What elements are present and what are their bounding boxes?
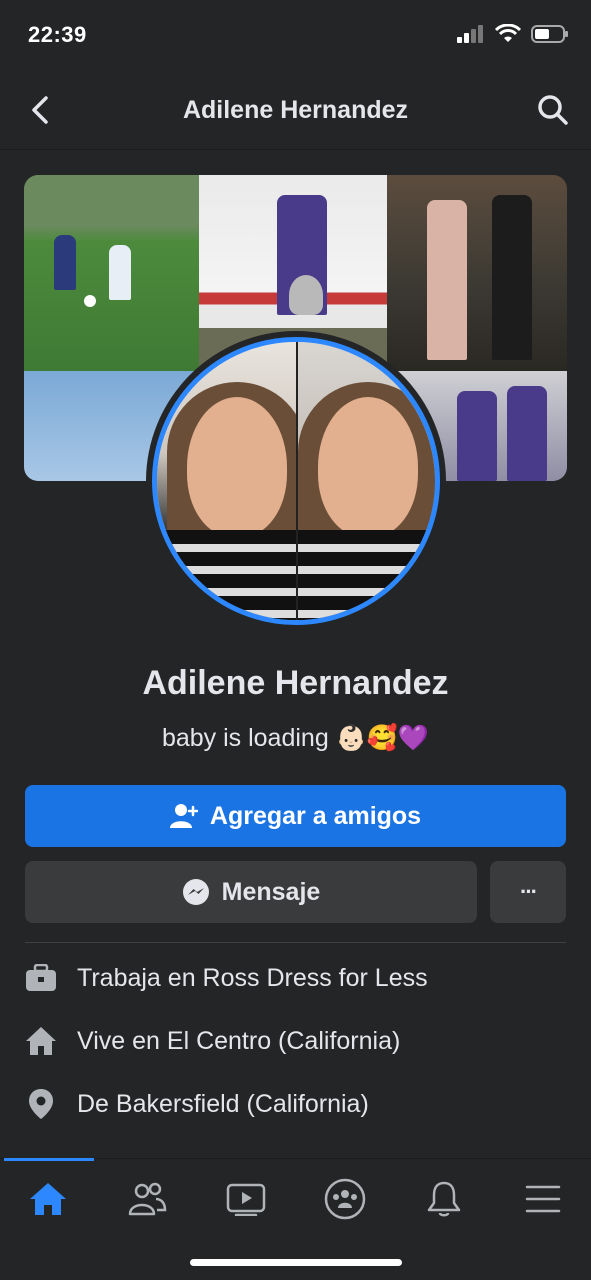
tab-watch[interactable] [216,1177,276,1221]
avatar-photo-right [296,342,435,620]
tab-menu[interactable] [513,1177,573,1221]
about-lives-prefix: Vive en [77,1026,167,1055]
person-figure [507,386,547,481]
status-bar: 22:39 [0,0,591,72]
about-work-prefix: Trabaja en [77,963,203,992]
shirt [298,530,435,620]
bell-icon [427,1181,461,1217]
profile-bio: baby is loading 👶🏻🥰💜 [161,724,430,752]
divider [25,942,566,943]
avatar-photo-left [157,342,307,620]
home-icon [30,1183,66,1215]
location-pin-icon [25,1088,57,1120]
add-friend-label: Agregar a amigos [209,801,422,830]
tab-notifications[interactable] [414,1177,474,1221]
face [187,397,287,537]
message-button[interactable]: Mensaje [25,861,477,923]
status-time: 22:39 [28,22,87,47]
more-options-button[interactable]: ··· [490,861,566,923]
person-figure [457,391,497,481]
avatar-story-ring [152,337,440,625]
wifi-icon [495,24,521,42]
tab-home[interactable] [18,1177,78,1221]
header-title: Adilene Hernandez [182,96,409,124]
add-friend-button[interactable]: Agregar a amigos [25,785,566,847]
shirt [157,530,307,620]
soccer-ball [84,295,96,307]
status-icons [457,24,569,44]
profile-avatar[interactable] [146,331,446,631]
search-icon [538,95,568,125]
signal-icon [457,25,483,43]
player-figure [109,245,131,300]
nav-header: Adilene Hernandez [0,72,591,150]
messenger-icon [182,879,209,905]
message-label: Mensaje [221,877,321,906]
trophy [289,275,323,315]
more-options-icon: ··· [520,879,538,904]
active-tab-indicator [4,1158,94,1161]
about-lives-value[interactable]: El Centro (California) [167,1027,400,1056]
person-figure [427,200,467,360]
profile-name: Adilene Hernandez [142,664,449,702]
person-figure [492,195,532,360]
about-work-value[interactable]: Ross Dress for Less [203,964,428,993]
about-from-value[interactable]: Bakersfield (California) [116,1090,369,1119]
watch-icon [226,1183,266,1216]
about-lives-row: Vive en El Centro (California) [25,1021,566,1061]
home-icon [25,1025,57,1057]
search-button[interactable] [535,92,571,128]
battery-icon [531,25,568,43]
tab-groups[interactable] [315,1177,375,1221]
face [318,397,418,537]
add-friend-icon [169,804,198,828]
about-work-row: Trabaja en Ross Dress for Less [25,958,566,998]
about-from-row: De Bakersfield (California) [25,1084,566,1124]
player-figure [54,235,76,290]
about-from-prefix: De [77,1089,116,1118]
hamburger-menu-icon [525,1185,561,1213]
friends-icon [128,1182,167,1216]
tab-friends[interactable] [117,1177,177,1221]
home-indicator [190,1259,402,1266]
briefcase-icon [25,962,57,994]
groups-icon [324,1178,366,1220]
